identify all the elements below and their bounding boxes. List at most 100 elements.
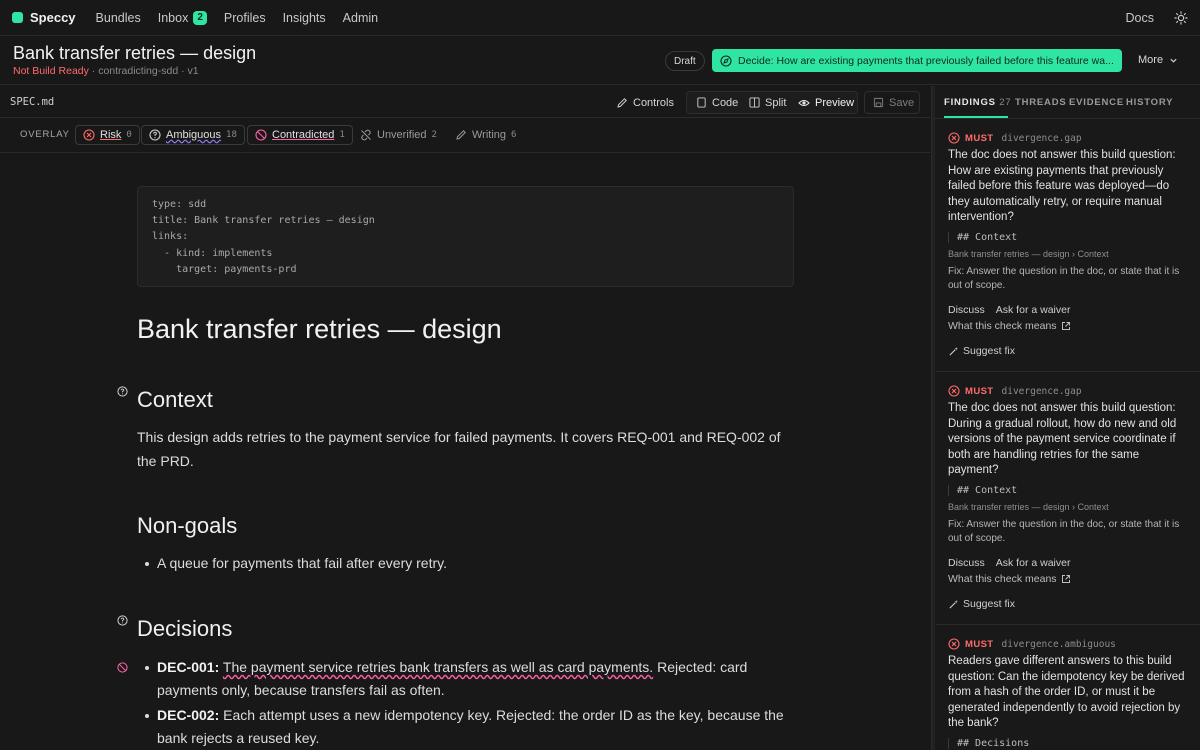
split-view-button[interactable]: Split	[745, 92, 790, 113]
writing-count: 6	[511, 130, 517, 140]
tab-history[interactable]: HISTORY	[1126, 97, 1173, 108]
save-icon	[873, 97, 884, 108]
check-info-link[interactable]: What this check means	[948, 320, 1071, 332]
nav-profiles[interactable]: Profiles	[224, 11, 266, 25]
build-status: Not Build Ready	[13, 65, 89, 77]
finding-card[interactable]: MUST divergence.gap The doc does not ans…	[936, 120, 1200, 372]
document-icon	[697, 97, 706, 108]
nav-bundles[interactable]: Bundles	[96, 11, 141, 25]
overlay-label: OVERLAY	[20, 129, 70, 140]
eye-icon	[798, 99, 810, 106]
brand-logo[interactable]: Speccy	[12, 10, 76, 25]
check-code: divergence.gap	[1001, 385, 1082, 397]
theme-toggle-icon[interactable]	[1174, 10, 1188, 25]
ambiguous-count: 18	[226, 130, 237, 140]
finding-actions: Discuss Ask for a waiver	[948, 304, 1070, 316]
waiver-button[interactable]: Ask for a waiver	[996, 557, 1071, 569]
findings-panel: FINDINGS 27 THREADS EVIDENCE HISTORY MUS…	[931, 86, 1200, 750]
top-navigation: Speccy Bundles Inbox 2 Profiles Insights…	[0, 0, 1200, 36]
location-breadcrumb[interactable]: Bank transfer retries — design › Context	[948, 502, 1109, 512]
code-label: Code	[712, 96, 739, 109]
risk-label: Risk	[100, 129, 122, 141]
contradicted-count: 1	[339, 130, 345, 140]
nongoal-item: A queue for payments that fail after eve…	[145, 552, 797, 575]
nav-inbox-label: Inbox	[157, 10, 189, 25]
active-tab-indicator	[944, 116, 1008, 118]
waiver-button[interactable]: Ask for a waiver	[996, 304, 1071, 316]
severity-label: MUST	[965, 132, 994, 144]
suggest-fix-button[interactable]: Suggest fix	[948, 598, 1015, 610]
page-title: Bank transfer retries — design	[13, 43, 257, 63]
context-paragraph: This design adds retries to the payment …	[137, 429, 781, 469]
nav-docs[interactable]: Docs	[1126, 11, 1154, 25]
check-info-link[interactable]: What this check means	[948, 573, 1071, 585]
finding-card[interactable]: MUST divergence.ambiguous Readers gave d…	[936, 626, 1200, 750]
unverified-filter[interactable]: Unverified 2	[360, 125, 437, 145]
risk-count: 0	[126, 130, 132, 140]
decision-id: DEC-001:	[157, 659, 220, 675]
ambiguous-filter-chip[interactable]: Ambiguous 18	[141, 125, 245, 145]
contradicted-filter-chip[interactable]: Contradicted 1	[247, 125, 353, 145]
controls-button[interactable]: Controls	[612, 92, 678, 113]
more-menu-button[interactable]: More	[1138, 54, 1178, 66]
nav-inbox[interactable]: Inbox 2	[157, 10, 207, 25]
document-heading: Bank transfer retries — design	[137, 314, 502, 344]
preview-view-button[interactable]: Preview	[794, 92, 858, 113]
contradicted-text[interactable]: The payment service retries bank transfe…	[223, 659, 653, 675]
nav-insights[interactable]: Insights	[283, 11, 326, 25]
writing-label: Writing	[472, 129, 507, 141]
severity-label: MUST	[965, 638, 994, 650]
pencil-icon	[617, 97, 627, 108]
severity-label: MUST	[965, 385, 994, 397]
x-circle-icon	[948, 638, 960, 650]
magic-wand-icon	[949, 599, 959, 609]
contradicted-marker-icon[interactable]	[117, 662, 128, 673]
brand-mark-icon	[12, 12, 23, 23]
location-breadcrumb[interactable]: Bank transfer retries — design › Context	[948, 249, 1109, 259]
more-label: More	[1138, 54, 1164, 66]
inbox-count-badge: 2	[193, 10, 207, 25]
unlink-icon	[361, 129, 371, 141]
finding-actions: Discuss Ask for a waiver	[948, 557, 1070, 569]
tab-findings[interactable]: FINDINGS 27	[944, 97, 1011, 108]
discuss-button[interactable]: Discuss	[948, 304, 985, 316]
decision-item: DEC-001: The payment service retries ban…	[145, 656, 797, 702]
pen-icon	[456, 130, 466, 140]
editor-toolbar: SPEC.md Controls Code Split Preview Save	[0, 86, 930, 118]
decide-button[interactable]: Decide: How are existing payments that p…	[712, 49, 1122, 72]
document-status-line: Not Build Ready · contradicting-sdd · v1	[13, 65, 199, 77]
ambiguous-marker-icon[interactable]	[117, 386, 128, 397]
panel-scrollbar[interactable]	[932, 86, 935, 750]
suggest-fix-label: Suggest fix	[963, 598, 1015, 610]
contradicted-label: Contradicted	[272, 129, 335, 141]
context-heading: Context	[137, 387, 213, 412]
panel-tabs: FINDINGS 27 THREADS EVIDENCE HISTORY	[932, 86, 1200, 119]
context-reference: ## Context	[948, 232, 1186, 243]
tab-findings-label: FINDINGS	[944, 97, 996, 108]
writing-filter[interactable]: Writing 6	[455, 125, 516, 145]
document-header: Bank transfer retries — design Not Build…	[0, 37, 1200, 85]
decision-text: Each attempt uses a new idempotency key.…	[157, 707, 784, 746]
prohibited-icon	[255, 129, 267, 141]
fix-text: Fix: Answer the question in the doc, or …	[948, 519, 1180, 544]
question-circle-icon	[149, 129, 161, 141]
ambiguous-marker-icon[interactable]	[117, 615, 128, 626]
preview-label: Preview	[815, 96, 855, 109]
controls-label: Controls	[633, 96, 674, 109]
discuss-button[interactable]: Discuss	[948, 557, 985, 569]
tab-evidence[interactable]: EVIDENCE	[1069, 97, 1124, 108]
x-circle-icon	[948, 385, 960, 397]
external-link-icon	[1061, 322, 1070, 330]
finding-card[interactable]: MUST divergence.gap The doc does not ans…	[936, 373, 1200, 625]
code-view-button[interactable]: Code	[692, 92, 742, 113]
context-reference: ## Context	[948, 485, 1186, 496]
decide-button-label: Decide: How are existing payments that p…	[738, 54, 1114, 67]
magic-wand-icon	[949, 346, 959, 356]
suggest-fix-button[interactable]: Suggest fix	[948, 345, 1015, 357]
nav-admin[interactable]: Admin	[343, 11, 378, 25]
risk-filter-chip[interactable]: Risk 0	[75, 125, 140, 145]
decision-id: DEC-002:	[157, 707, 220, 723]
save-button[interactable]: Save	[864, 91, 920, 114]
nongoals-heading: Non-goals	[137, 513, 238, 538]
tab-threads[interactable]: THREADS	[1015, 97, 1067, 108]
